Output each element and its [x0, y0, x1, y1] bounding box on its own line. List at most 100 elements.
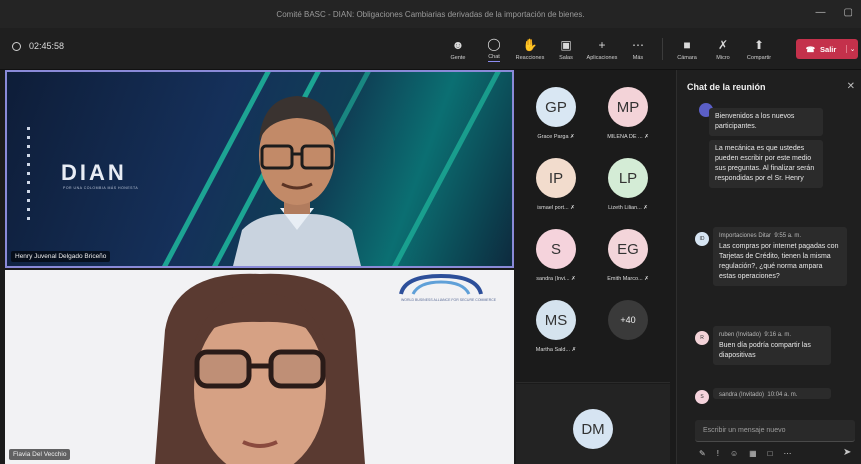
participant-tile[interactable]: MS Martha Sald... ✗: [521, 300, 591, 353]
mic-off-icon: ✗: [571, 347, 577, 353]
participant-name: sandra (Invi...: [536, 276, 570, 282]
participant-tile[interactable]: LP Lizeth Lilian... ✗: [593, 158, 663, 211]
meeting-timer: 02:45:58: [12, 41, 64, 51]
participant-name: Martha Sald...: [535, 347, 571, 353]
reactions-button[interactable]: ✋ Reacciones: [512, 32, 548, 66]
avatar: EG: [608, 229, 648, 269]
toolbar-divider: [662, 38, 663, 60]
share-button[interactable]: ⬆ Compartir: [741, 32, 777, 66]
participant-tile[interactable]: IP ismael port... ✗: [521, 158, 591, 211]
participant-tile[interactable]: S sandra (Invi... ✗: [521, 229, 591, 282]
message-text: Bienvenidos a los nuevos participantes.: [715, 113, 795, 130]
participant-gallery: GP Grace Parga ✗ MP MILENA DE ... ✗ IP i…: [516, 70, 670, 464]
more-icon: ⋯: [632, 37, 644, 52]
chat-message: Bienvenidos a los nuevos participantes.: [709, 108, 823, 136]
rooms-button[interactable]: ▣ Salas: [548, 32, 584, 66]
mic-off-icon: ✗: [717, 37, 729, 52]
timer-value: 02:45:58: [29, 41, 65, 51]
video-tile-participant[interactable]: WORLD BUSINESS ALLIANCE FOR SECURE COMME…: [5, 270, 514, 464]
chat-icon: ◯: [487, 36, 501, 51]
leave-dropdown-button[interactable]: ⌄: [846, 45, 858, 53]
window-controls: — ▢: [816, 7, 853, 18]
close-icon[interactable]: ✕: [847, 81, 855, 92]
mic-off-icon: ✗: [644, 276, 649, 282]
avatar: GP: [536, 87, 576, 127]
overflow-count: +40: [608, 300, 648, 340]
camera-button[interactable]: ■ Cámara: [669, 32, 705, 66]
mic-off-icon: ✗: [570, 205, 575, 211]
chat-message: ruben (Invitado) 9:16 a. m. Buen día pod…: [713, 326, 831, 365]
maximize-icon[interactable]: ▢: [844, 7, 853, 18]
avatar: S: [536, 229, 576, 269]
mic-off-icon: ✗: [644, 134, 649, 140]
apps-button[interactable]: + Aplicaciones: [584, 32, 620, 66]
speaker-video: [233, 96, 361, 266]
participant-tile[interactable]: MP MILENA DE ... ✗: [593, 87, 663, 140]
message-text: Las compras por internet pagadas con Tar…: [719, 243, 839, 280]
more-options-icon[interactable]: ⋯: [784, 449, 792, 458]
overflow-participants-button[interactable]: +40: [593, 300, 663, 340]
message-author: Importaciones Ditar: [719, 233, 772, 239]
window-title: Comité BASC - DIAN: Obligaciones Cambiar…: [276, 9, 585, 19]
toolbar-buttons: ☻ Gente ◯ Chat ✋ Reacciones ▣ Salas + Ap…: [440, 32, 777, 66]
avatar: S: [695, 390, 709, 404]
attach-icon[interactable]: !: [717, 449, 719, 458]
timer-icon: [12, 41, 21, 51]
phone-hangup-icon: ☎: [805, 44, 816, 54]
gallery-divider: [516, 382, 670, 383]
message-text: Buen día podría compartir las diapositiv…: [719, 342, 811, 359]
message-time: 10:04 a. m.: [767, 392, 798, 398]
emoji-icon[interactable]: ☺: [730, 449, 738, 458]
compose-toolbar: ✎ ! ☺ ▦ □ ⋯: [699, 449, 792, 458]
leave-main[interactable]: ☎ Salir: [796, 45, 846, 54]
avatar: DM: [573, 409, 613, 449]
message-time: 9:55 a. m.: [774, 233, 802, 239]
send-icon[interactable]: ➤: [843, 447, 851, 458]
message-author: ruben (Invitado): [719, 332, 762, 338]
avatar: MS: [536, 300, 576, 340]
more-button[interactable]: ⋯ Más: [620, 32, 656, 66]
message-author: sandra (Invitado): [719, 392, 765, 398]
mic-off-icon: ✗: [570, 134, 575, 140]
decorative-dots: [27, 127, 37, 226]
mic-off-icon: ✗: [571, 276, 576, 282]
mic-button[interactable]: ✗ Micro: [705, 32, 741, 66]
participant-tile[interactable]: EG Emith Marco... ✗: [593, 229, 663, 282]
self-view-tile[interactable]: DM: [516, 384, 670, 464]
minimize-icon[interactable]: —: [816, 7, 826, 18]
participant-video: [155, 273, 365, 464]
meeting-toolbar: 02:45:58 ☻ Gente ◯ Chat ✋ Reacciones ▣ S…: [0, 28, 861, 70]
title-bar: Comité BASC - DIAN: Obligaciones Cambiar…: [0, 0, 861, 28]
chat-message: sandra (Invitado) 10:04 a. m.: [713, 388, 831, 399]
decorative-stripe: [376, 72, 503, 266]
chat-message: Importaciones Ditar 9:55 a. m. Las compr…: [713, 227, 847, 286]
participant-name-tag: Flavia Del Vecchio: [9, 449, 71, 460]
avatar: R: [695, 331, 709, 345]
format-icon[interactable]: ✎: [699, 449, 706, 458]
message-text: La mecánica es que ustedes pueden escrib…: [715, 145, 815, 182]
chat-message: La mecánica es que ustedes pueden escrib…: [709, 140, 823, 188]
avatar: IP: [536, 158, 576, 198]
mic-off-icon: ✗: [643, 205, 648, 211]
gif-icon[interactable]: ▦: [749, 449, 757, 458]
leave-button[interactable]: ☎ Salir ⌄: [796, 39, 858, 59]
avatar: LP: [608, 158, 648, 198]
share-icon: ⬆: [753, 37, 765, 52]
basc-caption: WORLD BUSINESS ALLIANCE FOR SECURE COMME…: [401, 298, 497, 302]
participant-tile[interactable]: GP Grace Parga ✗: [521, 87, 591, 140]
leave-label: Salir: [820, 44, 837, 54]
sticker-icon[interactable]: □: [768, 449, 773, 458]
people-icon: ☻: [451, 37, 465, 52]
participant-name: Lizeth Lilian...: [608, 205, 642, 211]
participant-name: Grace Parga: [537, 134, 569, 140]
people-button[interactable]: ☻ Gente: [440, 32, 476, 66]
compose-message-input[interactable]: Escribir un mensaje nuevo: [695, 420, 855, 442]
participant-name: Emith Marco...: [607, 276, 643, 282]
dian-logo: DIAN: [61, 160, 127, 185]
video-tile-speaker[interactable]: DIAN POR UNA COLOMBIA MÁS HONESTA Henry …: [5, 70, 514, 268]
avatar: ID: [695, 232, 709, 246]
apps-icon: +: [598, 37, 606, 52]
chat-button[interactable]: ◯ Chat: [476, 32, 512, 66]
rooms-icon: ▣: [560, 37, 572, 52]
meeting-chat-panel: Chat de la reunión ✕ Bienvenidos a los n…: [676, 70, 861, 464]
